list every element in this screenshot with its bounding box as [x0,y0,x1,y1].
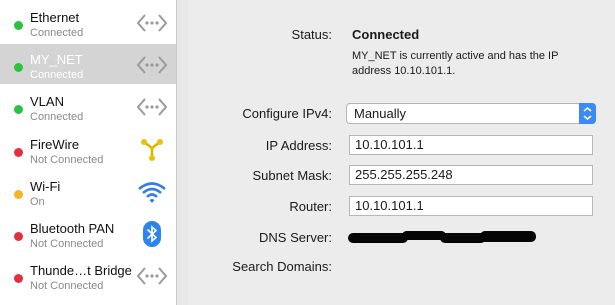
ethernet-arrows-icon [136,14,168,32]
redaction-mark [348,233,408,243]
service-status: Not Connected [30,238,104,250]
service-status: Not Connected [30,280,104,292]
service-list: Ethernet Connected MY_NET Connected VLAN… [0,0,177,305]
service-item-vlan[interactable]: VLAN Connected [0,86,176,126]
service-item-wifi[interactable]: Wi-Fi On [0,171,176,211]
firewire-icon [141,139,163,161]
dns-server-label: DNS Server: [259,230,332,245]
service-name: Bluetooth PAN [30,221,115,236]
search-domains-label: Search Domains: [232,259,332,274]
service-status: On [30,196,45,208]
service-name: VLAN [30,94,64,109]
wifi-icon [138,182,166,203]
configure-ipv4-label: Configure IPv4: [242,106,332,121]
status-description: MY_NET is currently active and has the I… [352,50,559,77]
chevron-up-down-icon [579,103,596,124]
status-dot-red [14,232,23,241]
thunderbolt-bridge-icon [136,267,168,285]
subnet-mask-label: Subnet Mask: [252,168,333,183]
subnet-mask-field[interactable]: 255.255.255.248 [349,165,593,185]
service-name: FireWire [30,137,80,152]
router-field[interactable]: 10.10.101.1 [349,196,593,216]
status-dot-amber [14,190,23,199]
service-item-firewire[interactable]: FireWire Not Connected [0,129,176,169]
service-detail-pane: Status: Connected MY_NET is currently ac… [188,0,615,305]
status-dot-green [14,63,23,72]
service-name: MY_NET [30,52,83,67]
service-status: Connected [30,111,84,123]
ip-address-label: IP Address: [265,138,332,153]
bluetooth-icon [143,221,161,247]
configure-ipv4-select[interactable]: Manually [346,103,596,124]
status-dot-green [14,105,23,114]
redaction-mark [480,231,536,242]
service-status: Not Connected [30,154,104,166]
service-status: Connected [30,27,84,39]
status-dot-red [14,148,23,157]
status-value: Connected [352,27,420,42]
service-item-ethernet[interactable]: Ethernet Connected [0,2,176,42]
service-item-my-net[interactable]: MY_NET Connected [0,44,176,84]
status-dot-green [14,21,23,30]
service-name: Wi-Fi [30,179,61,194]
service-item-bluetooth-pan[interactable]: Bluetooth PAN Not Connected [0,213,176,253]
service-item-thunderbolt-bridge[interactable]: Thunde…t Bridge Not Connected [0,255,176,295]
status-label: Status: [291,27,332,42]
ip-address-field[interactable]: 10.10.101.1 [349,135,593,155]
service-name: Thunde…t Bridge [30,263,132,278]
ethernet-arrows-icon [136,56,168,74]
service-name: Ethernet [30,10,80,25]
status-dot-red [14,274,23,283]
ethernet-arrows-icon [136,98,168,116]
service-status: Connected [30,69,84,81]
configure-ipv4-value: Manually [354,106,407,121]
router-label: Router: [289,199,332,214]
